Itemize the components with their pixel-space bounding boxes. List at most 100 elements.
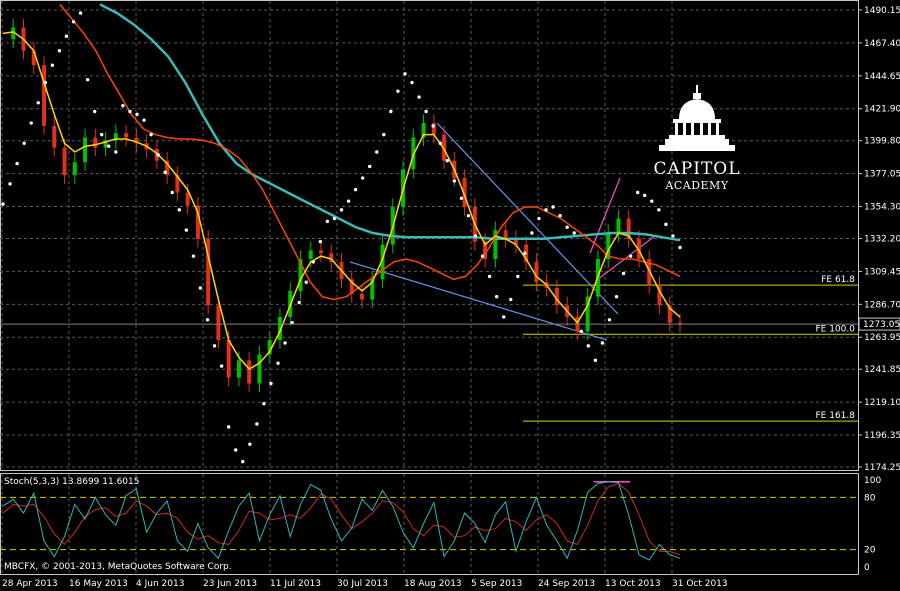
sar-dot — [431, 124, 435, 128]
sar-dot — [537, 216, 541, 221]
candle-body — [616, 218, 621, 234]
sar-dot — [311, 260, 315, 264]
sar-dot — [71, 20, 76, 24]
sar-dot — [389, 109, 393, 114]
sar-dot — [417, 95, 421, 99]
candle-body — [93, 137, 98, 148]
sar-dot — [269, 381, 273, 386]
date-tick-label: 13 Oct 2013 — [605, 579, 661, 589]
sar-dot — [100, 132, 104, 137]
price-tick-label: 1309.45 — [864, 267, 900, 277]
candle-body — [257, 354, 262, 384]
price-tick-label: 1467.40 — [864, 39, 900, 49]
sar-dot — [600, 341, 605, 345]
date-tick-label: 16 May 2013 — [69, 579, 128, 589]
sar-dot — [671, 234, 675, 238]
sar-dot — [452, 179, 457, 183]
price-tick-label: 1219.10 — [864, 398, 900, 408]
sar-dot — [142, 118, 146, 122]
sar-dot — [664, 222, 668, 227]
sar-dot — [205, 318, 210, 322]
sar-dot — [375, 150, 379, 154]
price-tick-label: 1196.35 — [864, 431, 900, 441]
copyright-text: MBCFX, © 2001-2013, MetaQuotes Software … — [4, 562, 232, 572]
sar-dot — [579, 329, 583, 334]
sar-dot — [501, 315, 506, 319]
sar-dot — [621, 271, 626, 276]
sar-dot — [551, 205, 555, 209]
candle-body — [247, 360, 252, 384]
candle-body — [308, 250, 313, 260]
sar-dot — [1, 202, 5, 206]
date-tick-label: 18 Aug 2013 — [404, 579, 462, 589]
sar-dot — [198, 286, 203, 290]
sar-dot — [523, 251, 527, 255]
sar-dot — [509, 297, 513, 302]
candle-body — [42, 65, 47, 126]
sar-dot — [368, 164, 372, 169]
stoch-tick-label: 80 — [864, 493, 876, 503]
sar-dot — [50, 63, 55, 67]
price-tick-label: 1332.20 — [864, 235, 900, 245]
candle-body — [62, 147, 67, 176]
sar-dot — [177, 208, 182, 212]
sar-dot — [494, 294, 499, 299]
sar-dot — [346, 199, 351, 203]
price-tick-label: 1263.95 — [864, 333, 900, 343]
sar-dot — [184, 228, 189, 232]
sar-dot — [635, 190, 640, 195]
sar-dot — [262, 402, 266, 406]
sar-dot — [304, 280, 308, 284]
sar-dot — [15, 161, 19, 166]
sar-dot — [480, 254, 485, 258]
sar-dot — [628, 254, 633, 258]
sar-dot — [473, 234, 478, 238]
sar-dot — [135, 112, 139, 117]
price-tick-label: 1286.70 — [864, 300, 900, 310]
sar-dot — [466, 213, 471, 218]
candle-body — [360, 293, 365, 300]
sar-dot — [43, 80, 48, 85]
sar-dot — [226, 425, 231, 429]
sar-dot — [191, 254, 196, 258]
sar-dot — [234, 448, 238, 452]
sar-dot — [212, 344, 217, 348]
sar-dot — [403, 72, 407, 76]
sar-dot — [530, 231, 534, 235]
price-tick-label: 1421.90 — [864, 105, 900, 115]
sar-dot — [360, 176, 365, 180]
candle-body — [83, 137, 88, 163]
fib-level-label: FE 161.8 — [816, 411, 856, 421]
price-tick-label: 1354.30 — [864, 203, 900, 213]
date-tick-label: 28 Apr 2013 — [2, 579, 58, 589]
candle-body — [318, 250, 323, 254]
sar-dot — [650, 199, 654, 203]
sar-dot — [643, 193, 647, 198]
sar-dot — [170, 190, 174, 195]
sar-dot — [276, 361, 280, 365]
forex-chart[interactable]: FE 61.8 FE 100.0 FE 161.8 100 80 20 0 1490.15… — [0, 0, 900, 591]
price-tick-label: 1241.85 — [864, 365, 900, 375]
sar-dot — [283, 341, 287, 345]
fib-level-label: FE 100.0 — [816, 324, 856, 334]
sar-dot — [248, 442, 252, 446]
sar-dot — [64, 34, 69, 38]
sar-dot — [565, 225, 569, 229]
date-tick-label: 23 Jun 2013 — [203, 579, 257, 589]
price-tick-label: 1444.65 — [864, 72, 900, 82]
sar-dot — [78, 11, 83, 15]
sar-dot — [339, 208, 344, 212]
sar-dot — [424, 109, 428, 114]
stoch-tick-label: 0 — [864, 563, 870, 573]
sar-dot — [607, 318, 612, 322]
sar-dot — [149, 132, 153, 137]
sar-dot — [657, 208, 661, 212]
date-tick-label: 4 Jun 2013 — [136, 579, 184, 589]
candle-body — [124, 133, 129, 138]
sar-dot — [396, 89, 400, 93]
candle-body — [226, 340, 231, 378]
sar-dot — [107, 144, 111, 148]
sar-dot — [156, 153, 160, 157]
date-tick-label: 5 Sep 2013 — [471, 579, 522, 589]
sar-dot — [121, 103, 125, 108]
